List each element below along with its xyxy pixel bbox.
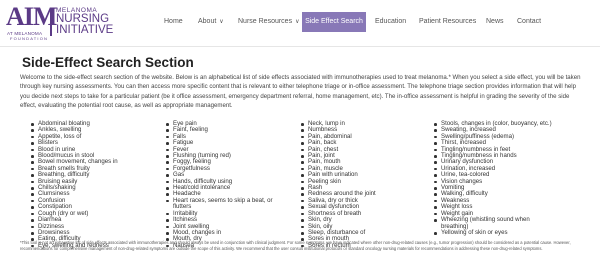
nav-nurse-resources-label: Nurse Resources <box>238 18 293 25</box>
nav-home-label: Home <box>164 18 183 25</box>
nav-contact[interactable]: Contact <box>517 12 541 32</box>
chevron-down-icon: ∨ <box>295 19 300 25</box>
chevron-down-icon: ∨ <box>219 19 224 25</box>
side-effect-link[interactable]: Heart races, seems to skip a beat, or fl… <box>165 197 285 211</box>
main-nav: Home About ∨ Nurse Resources ∨ Side Effect… <box>0 12 600 32</box>
nav-education[interactable]: Education <box>375 12 406 32</box>
nav-home[interactable]: Home <box>164 12 183 32</box>
nav-contact-label: Contact <box>517 18 542 25</box>
side-effect-link[interactable]: Wheezing (whistling sound when breathing… <box>433 216 553 230</box>
page-title: Side-Effect Search Section <box>22 55 194 70</box>
nav-patient-resources[interactable]: Patient Resources <box>419 12 476 32</box>
nav-education-label: Education <box>375 18 407 25</box>
logo-foundation: FOUNDATION <box>10 36 49 41</box>
header-divider <box>0 46 600 47</box>
disclaimer-footnote: *This tool is not an exhaustive list of … <box>20 240 571 252</box>
side-effect-column-4: Stools, changes in (color, buoyancy, etc… <box>433 120 553 236</box>
intro-text: Welcome to the side-effect search sectio… <box>20 74 581 110</box>
side-effect-column-2: Eye pain Faint, feeling Falls Fatigue Fever F… <box>165 120 285 249</box>
nav-side-effect-search-label: Side Effect Search <box>305 18 363 25</box>
side-effect-link[interactable]: Yellowing of skin or eyes <box>433 229 553 236</box>
site-header: AIM AT MELANOMA FOUNDATION MELANOMA NURS… <box>0 0 600 46</box>
nav-about-label: About <box>198 18 217 25</box>
side-effect-column-3: Neck, lump in Numbness Pain, abdominal Pain… <box>300 120 410 249</box>
nav-news[interactable]: News <box>486 12 504 32</box>
nav-news-label: News <box>486 18 504 25</box>
nav-side-effect-search[interactable]: Side Effect Search <box>302 12 366 32</box>
nav-about[interactable]: About ∨ <box>198 12 224 32</box>
nav-patient-resources-label: Patient Resources <box>419 18 477 25</box>
side-effect-column-1: Abdominal bloating Ankles, swelling Appeti… <box>30 120 160 249</box>
nav-nurse-resources[interactable]: Nurse Resources ∨ <box>238 12 299 32</box>
